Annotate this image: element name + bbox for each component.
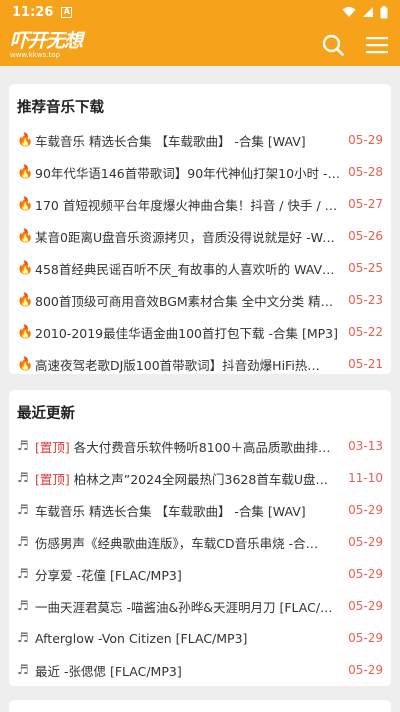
menu-icon bbox=[366, 37, 388, 54]
list-item[interactable]: 🔥 高速夜驾老歌DJ版100首带歌词】抖音劲爆HiFi热… 05-21 bbox=[17, 348, 383, 380]
logo-url: www.kkws.top bbox=[10, 50, 60, 59]
list-item[interactable]: 🔥 458首经典民谣百听不厌_有故事的人喜欢听的 WAV… 05-25 bbox=[17, 252, 383, 284]
fire-icon: 🔥 bbox=[17, 196, 34, 212]
list-item[interactable]: ♬ Afterglow -Von Citizen [FLAC/MP3] 05-29 bbox=[17, 622, 383, 654]
item-date: 05-26 bbox=[348, 229, 383, 243]
item-date: 05-27 bbox=[348, 197, 383, 211]
item-title[interactable]: 分享爱 -花僮 [FLAC/MP3] bbox=[35, 565, 348, 584]
music-note-icon: ♬ bbox=[17, 438, 29, 454]
music-note-icon: ♬ bbox=[17, 566, 29, 582]
item-title[interactable]: 车载音乐 精选长合集 【车载歌曲】 -合集 [WAV] bbox=[35, 131, 348, 150]
item-date: 05-29 bbox=[348, 599, 383, 613]
item-date: 05-29 bbox=[348, 503, 383, 517]
list-item[interactable]: ♬ 最近 -张偲偲 [FLAC/MP3] 05-29 bbox=[17, 654, 383, 686]
item-title[interactable]: 800首顶级可商用音效BGM素材合集 全中文分类 精… bbox=[35, 291, 348, 310]
search-icon bbox=[322, 34, 344, 56]
music-note-icon: ♬ bbox=[17, 598, 29, 614]
item-date: 05-22 bbox=[348, 325, 383, 339]
notification-app-icon: A bbox=[61, 6, 73, 18]
search-button[interactable] bbox=[320, 32, 346, 58]
item-title[interactable]: 车载音乐 精选长合集 【车载歌曲】 -合集 [WAV] bbox=[35, 501, 348, 520]
battery-icon bbox=[380, 5, 388, 18]
item-title[interactable]: 某音0距离U盘音乐资源拷贝，音质没得说就是好 -WAV… bbox=[35, 227, 348, 246]
list-item[interactable]: 🔥 170 首短视频平台年度爆火神曲合集！抖音 / 快手 / … 05-27 bbox=[17, 188, 383, 220]
item-date: 05-28 bbox=[348, 165, 383, 179]
signal-icon bbox=[363, 7, 373, 17]
item-date: 11-10 bbox=[348, 471, 383, 485]
recent-card: 最近更新 ♬ [置顶] 各大付费音乐软件畅听8100＋高品质歌曲排… 03-13 ♬… bbox=[9, 390, 391, 686]
item-date: 05-29 bbox=[348, 663, 383, 677]
item-title[interactable]: 458首经典民谣百听不厌_有故事的人喜欢听的 WAV… bbox=[35, 259, 348, 278]
list-item[interactable]: ♬ 分享爱 -花僮 [FLAC/MP3] 05-29 bbox=[17, 558, 383, 590]
menu-button[interactable] bbox=[364, 32, 390, 58]
item-date: 05-29 bbox=[348, 535, 383, 549]
item-title[interactable]: Afterglow -Von Citizen [FLAC/MP3] bbox=[35, 631, 348, 646]
logo-text: 吓开无想 bbox=[10, 29, 83, 52]
list-item[interactable]: ♬ 车载音乐 精选长合集 【车载歌曲】 -合集 [WAV] 05-29 bbox=[17, 494, 383, 526]
list-item[interactable]: ♬ 一曲天涯君莫忘 -喵酱油&孙晔&天涯明月刀 [FLAC/… 05-29 bbox=[17, 590, 383, 622]
fire-icon: 🔥 bbox=[17, 260, 34, 276]
item-date: 05-29 bbox=[348, 133, 383, 147]
list-item[interactable]: 🔥 800首顶级可商用音效BGM素材合集 全中文分类 精… 05-23 bbox=[17, 284, 383, 316]
item-title[interactable]: [置顶] 各大付费音乐软件畅听8100＋高品质歌曲排… bbox=[35, 437, 348, 456]
item-title[interactable]: 2010-2019最佳华语金曲100首打包下载 -合集 [MP3] bbox=[35, 323, 348, 342]
item-date: 03-13 bbox=[348, 439, 383, 453]
item-text: 各大付费音乐软件畅听8100＋高品质歌曲排… bbox=[69, 439, 331, 455]
list-item[interactable]: 🔥 90年代华语146首带歌词】90年代神仙打架10小时 -… 05-28 bbox=[17, 156, 383, 188]
status-bar: 11:26 A bbox=[0, 0, 400, 24]
site-logo[interactable]: 吓开无想 www.kkws.top bbox=[10, 29, 83, 59]
status-time: 11:26 bbox=[12, 4, 54, 20]
item-date: 05-29 bbox=[348, 567, 383, 581]
recent-title: 最近更新 bbox=[17, 405, 75, 422]
item-title[interactable]: 伤感男声《经典歌曲连版》，车载CD音乐串烧 -合… bbox=[35, 533, 348, 552]
list-item[interactable]: 🔥 车载音乐 精选长合集 【车载歌曲】 -合集 [WAV] 05-29 bbox=[17, 124, 383, 156]
pinned-tag: [置顶] bbox=[35, 471, 70, 487]
item-date: 05-21 bbox=[348, 357, 383, 371]
fire-icon: 🔥 bbox=[17, 324, 34, 340]
fire-icon: 🔥 bbox=[17, 228, 34, 244]
item-title[interactable]: 一曲天涯君莫忘 -喵酱油&孙晔&天涯明月刀 [FLAC/… bbox=[35, 597, 348, 616]
fire-icon: 🔥 bbox=[17, 132, 34, 148]
app-header: 吓开无想 www.kkws.top bbox=[0, 24, 400, 66]
list-item[interactable]: ♬ [置顶] 各大付费音乐软件畅听8100＋高品质歌曲排… 03-13 bbox=[17, 430, 383, 462]
list-item[interactable]: ♬ [置顶] 柏林之声”2024全网最热门3628首车载U盘… 11-10 bbox=[17, 462, 383, 494]
item-title[interactable]: 高速夜驾老歌DJ版100首带歌词】抖音劲爆HiFi热… bbox=[35, 355, 348, 374]
item-date: 05-29 bbox=[348, 631, 383, 645]
item-text: 柏林之声”2024全网最热门3628首车载U盘… bbox=[69, 471, 328, 487]
item-title[interactable]: 170 首短视频平台年度爆火神曲合集！抖音 / 快手 / … bbox=[35, 195, 348, 214]
recommended-list: 🔥 车载音乐 精选长合集 【车载歌曲】 -合集 [WAV] 05-29 🔥 90年代华… bbox=[17, 124, 383, 380]
item-title[interactable]: [置顶] 柏林之声”2024全网最热门3628首车载U盘… bbox=[35, 469, 348, 488]
pinned-tag: [置顶] bbox=[35, 439, 70, 455]
music-note-icon: ♬ bbox=[17, 534, 29, 550]
item-date: 05-23 bbox=[348, 293, 383, 307]
music-note-icon: ♬ bbox=[17, 630, 29, 646]
music-note-icon: ♬ bbox=[17, 470, 29, 486]
music-note-icon: ♬ bbox=[17, 662, 29, 678]
recent-list: ♬ [置顶] 各大付费音乐软件畅听8100＋高品质歌曲排… 03-13 ♬ [置顶] … bbox=[17, 430, 383, 686]
fire-icon: 🔥 bbox=[17, 356, 34, 372]
recommended-card: 推荐音乐下载 🔥 车载音乐 精选长合集 【车载歌曲】 -合集 [WAV] 05-29… bbox=[9, 84, 391, 374]
item-title[interactable]: 90年代华语146首带歌词】90年代神仙打架10小时 -… bbox=[35, 163, 348, 182]
list-item[interactable]: 🔥 2010-2019最佳华语金曲100首打包下载 -合集 [MP3] 05-22 bbox=[17, 316, 383, 348]
list-item[interactable]: 🔥 某音0距离U盘音乐资源拷贝，音质没得说就是好 -WAV… 05-26 bbox=[17, 220, 383, 252]
list-item[interactable]: ♬ 伤感男声《经典歌曲连版》，车载CD音乐串烧 -合… 05-29 bbox=[17, 526, 383, 558]
item-title[interactable]: 最近 -张偲偲 [FLAC/MP3] bbox=[35, 661, 348, 680]
item-date: 05-25 bbox=[348, 261, 383, 275]
fire-icon: 🔥 bbox=[17, 164, 34, 180]
next-card bbox=[9, 700, 391, 712]
fire-icon: 🔥 bbox=[17, 292, 34, 308]
recommended-title: 推荐音乐下载 bbox=[17, 99, 104, 116]
music-note-icon: ♬ bbox=[17, 502, 29, 518]
wifi-icon bbox=[342, 7, 356, 17]
